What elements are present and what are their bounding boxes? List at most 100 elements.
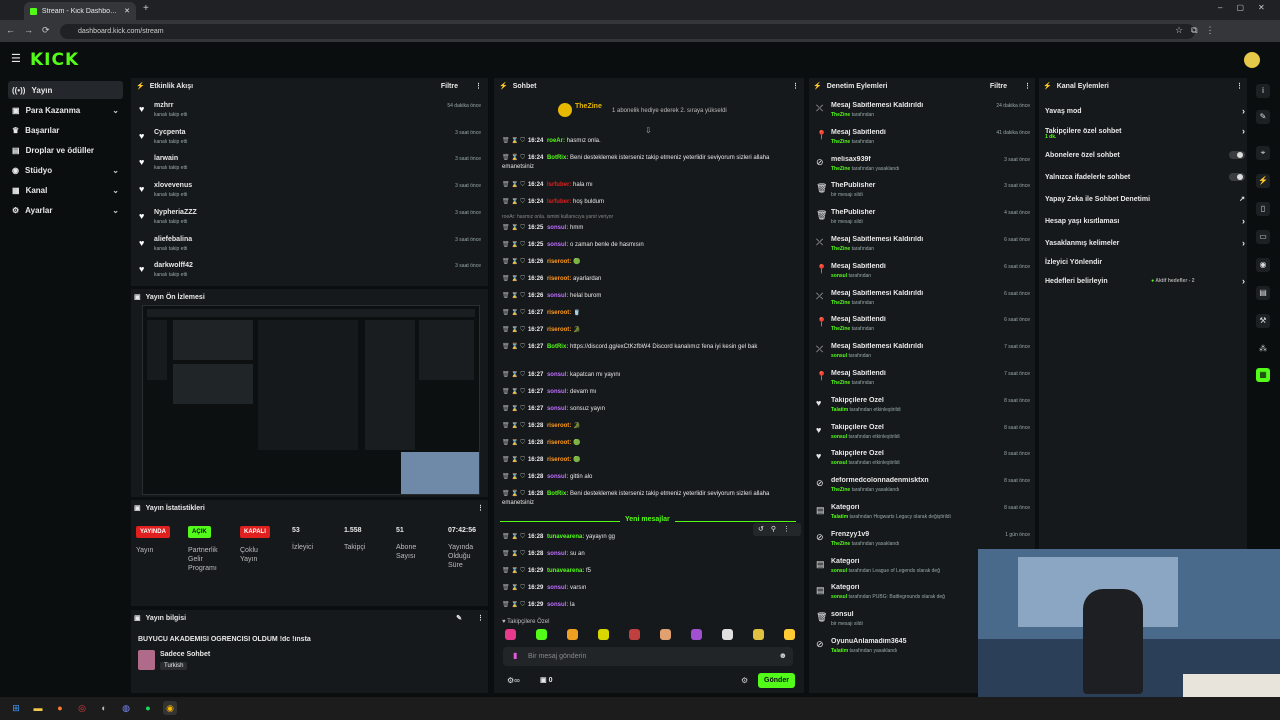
- emote-shortcut[interactable]: [567, 629, 578, 640]
- chat-message[interactable]: 🗑 ⌛ ⛉ 16:24 lsrfuber: hala mı: [502, 181, 798, 190]
- chevron-right-icon[interactable]: ›: [1242, 216, 1245, 226]
- stream-preview-video[interactable]: [142, 305, 480, 495]
- mod-tools-icon[interactable]: 🗑 ⌛ ⛉: [502, 259, 525, 265]
- steam-icon[interactable]: ◐: [97, 701, 111, 715]
- chat-message[interactable]: 🗑 ⌛ ⛉ 16:27 sonsul: kapatcan mı yayını: [502, 371, 798, 380]
- moderation-actor[interactable]: sonsul: [831, 460, 847, 466]
- mod-tools-icon[interactable]: 🗑 ⌛ ⛉: [502, 534, 525, 540]
- pencil-icon[interactable]: ✎: [1256, 110, 1270, 124]
- info-icon[interactable]: i: [1256, 84, 1270, 98]
- channel-action-item[interactable]: Takipçilere özel sohbet 1 dk. ›: [1045, 124, 1245, 140]
- more-options-icon[interactable]: ⋮: [1236, 82, 1243, 90]
- moderation-actor[interactable]: sonsul: [831, 568, 847, 574]
- message-username[interactable]: sonsul: [547, 585, 566, 591]
- message-username[interactable]: sonsul: [547, 225, 566, 231]
- activity-item[interactable]: ♥ NypheriaZZZ kanalı takip etti 3 saat ö…: [137, 207, 485, 233]
- mod-tools-icon[interactable]: 🗑 ⌛ ⛉: [502, 344, 525, 350]
- message-username[interactable]: sonsul: [547, 293, 566, 299]
- mod-tools-icon[interactable]: 🗑 ⌛ ⛉: [502, 423, 525, 429]
- moderation-actor[interactable]: TheZine: [831, 487, 850, 493]
- channel-action-item[interactable]: Yapay Zeka ile Sohbet Denetimi ↗: [1045, 192, 1245, 206]
- message-username[interactable]: riseroot: [547, 457, 569, 463]
- more-options-icon[interactable]: ⋮: [477, 504, 484, 512]
- mod-tools-icon[interactable]: 🗑 ⌛ ⛉: [502, 155, 525, 161]
- folder-icon[interactable]: ▬: [31, 701, 45, 715]
- message-username[interactable]: riseroot: [547, 423, 569, 429]
- sidebar-item-ayarlar[interactable]: ⚙ Ayarlar ⌄: [8, 201, 123, 219]
- chevron-right-icon[interactable]: ›: [1242, 106, 1245, 116]
- moderation-actor[interactable]: Talatim: [831, 407, 848, 413]
- moderation-actor[interactable]: TheZine: [831, 326, 850, 332]
- more-options-icon[interactable]: ⋮: [477, 614, 484, 622]
- message-username[interactable]: sonsul: [547, 389, 566, 395]
- moderation-item[interactable]: 📍 Mesaj Sabitlendi TheZine tarafından 6 …: [814, 314, 1034, 340]
- toggle-switch[interactable]: [1229, 151, 1245, 159]
- activity-item[interactable]: ♥ Cycpenta kanalı takip etti 3 saat önce: [137, 127, 485, 153]
- mod-tools-icon[interactable]: 🗑 ⌛ ⛉: [502, 457, 525, 463]
- add-widget-icon[interactable]: ▦: [1256, 368, 1270, 382]
- category-name[interactable]: Sadece Sohbet: [160, 651, 210, 658]
- mod-tools-icon[interactable]: 🗑 ⌛ ⛉: [502, 327, 525, 333]
- nodes-icon[interactable]: ⁂: [1256, 342, 1270, 356]
- channel-action-item[interactable]: Hesap yaşı kısıtlaması ›: [1045, 214, 1245, 228]
- message-username[interactable]: BotRix: [547, 344, 566, 350]
- moderation-item[interactable]: ⤫ Mesaj Sabitlemesi Kaldırıldı TheZine t…: [814, 234, 1034, 260]
- mod-tools-icon[interactable]: 🗑 ⌛ ⛉: [502, 440, 525, 446]
- chat-message[interactable]: 🗑 ⌛ ⛉ 16:29 sonsul: varsın: [502, 584, 798, 593]
- moderation-item[interactable]: ⊘ melisax939f TheZine tarafından yasakla…: [814, 154, 1034, 180]
- moderation-actor[interactable]: TheZine: [831, 300, 850, 306]
- activity-item[interactable]: ♥ aliefebalina kanalı takip etti 3 saat …: [137, 234, 485, 260]
- message-username[interactable]: sonsul: [547, 602, 566, 608]
- chat-input[interactable]: ▮ Bir mesaj gönderin ☻: [503, 647, 793, 666]
- activity-item[interactable]: ♥ mzhrr kanalı takip etti 54 dakika önce: [137, 100, 485, 126]
- chat-message[interactable]: 🗑 ⌛ ⛉ 16:27 sonsul: sonsuz yayın: [502, 405, 798, 414]
- chat-message[interactable]: 🗑 ⌛ ⛉ 16:28 sonsul: gittin alo: [502, 473, 798, 482]
- moderation-actor[interactable]: sonsul: [831, 273, 847, 279]
- message-username[interactable]: sonsul: [547, 242, 566, 248]
- chat-message[interactable]: 🗑 ⌛ ⛉ 16:26 riseroot: ayarlardan: [502, 275, 798, 284]
- moderation-item[interactable]: ⊘ deformedcolonnadenmisktxn TheZine tara…: [814, 475, 1034, 501]
- collapse-pinned-icon[interactable]: ⇩: [645, 126, 652, 135]
- emote-picker-icon[interactable]: ▮: [513, 651, 517, 660]
- chevron-right-icon[interactable]: ›: [1242, 276, 1245, 286]
- mod-tools-icon[interactable]: 🗑 ⌛ ⛉: [502, 310, 525, 316]
- windows-start-icon[interactable]: ⊞: [9, 701, 23, 715]
- broadcast-icon[interactable]: ◉: [1256, 258, 1270, 272]
- emote-shortcut[interactable]: [536, 629, 547, 640]
- document-icon[interactable]: ▯: [1256, 202, 1270, 216]
- moderation-item[interactable]: 🗑 ThePublisher bir mesajı sildi 4 saat ö…: [814, 207, 1034, 233]
- message-username[interactable]: sonsul: [547, 474, 566, 480]
- message-username[interactable]: riseroot: [547, 276, 569, 282]
- browser-tab[interactable]: Stream - Kick Dashboard ✕: [24, 2, 136, 20]
- firefox-icon[interactable]: ●: [53, 701, 67, 715]
- chat-message[interactable]: 🗑 ⌛ ⛉ 16:25 sonsul: hmm: [502, 224, 798, 233]
- message-username[interactable]: sonsul: [547, 372, 566, 378]
- sidebar-item-basarilar[interactable]: ♛ Başarılar: [8, 121, 123, 139]
- emote-shortcut[interactable]: [691, 629, 702, 640]
- moderation-item[interactable]: ♥ Takipçilere Özel sonsul tarafından etk…: [814, 422, 1034, 448]
- chat-message[interactable]: 🗑 ⌛ ⛉ 16:27 sonsul: devam mı: [502, 388, 798, 397]
- message-username[interactable]: riseroot: [547, 327, 569, 333]
- hamburger-menu-icon[interactable]: ☰: [11, 52, 21, 65]
- moderation-actor[interactable]: Talatim: [831, 648, 848, 654]
- sidebar-item-droplar[interactable]: ▤ Droplar ve ödüller: [8, 141, 123, 159]
- close-tab-icon[interactable]: ✕: [124, 7, 130, 15]
- chevron-right-icon[interactable]: ›: [1242, 126, 1245, 136]
- chat-message[interactable]: 🗑 ⌛ ⛉ 16:26 sonsul: helal burom: [502, 292, 798, 301]
- activity-item[interactable]: ♥ xlovevenus kanalı takip etti 3 saat ön…: [137, 180, 485, 206]
- emote-shortcut[interactable]: [722, 629, 733, 640]
- sidebar-item-para-kazanma[interactable]: ▣ Para Kazanma ⌄: [8, 101, 123, 119]
- moderation-filter-button[interactable]: Filtre: [990, 83, 1007, 90]
- edit-icon[interactable]: ✎: [456, 614, 462, 622]
- activity-item[interactable]: ♥ larwain kanalı takip etti 3 saat önce: [137, 153, 485, 179]
- more-options-icon[interactable]: ⋮: [792, 82, 799, 90]
- moderation-actor[interactable]: sonsul: [831, 353, 847, 359]
- moderation-item[interactable]: 📍 Mesaj Sabitlendi TheZine tarafından 41…: [814, 127, 1034, 153]
- moderation-item[interactable]: 🗑 ThePublisher bir mesajı sildi 3 saat ö…: [814, 180, 1034, 206]
- chat-message[interactable]: 🗑 ⌛ ⛉ 16:24 lsrfuber: hoş buldum: [502, 198, 798, 207]
- kick-logo[interactable]: KICK: [30, 50, 79, 70]
- channel-action-item[interactable]: İzleyici Yönlendir: [1045, 255, 1245, 269]
- address-bar[interactable]: dashboard.kick.com/stream: [60, 24, 1195, 39]
- moderation-item[interactable]: 📍 Mesaj Sabitlendi sonsul tarafından 6 s…: [814, 261, 1034, 287]
- mod-tools-icon[interactable]: 🗑 ⌛ ⛉: [502, 372, 525, 378]
